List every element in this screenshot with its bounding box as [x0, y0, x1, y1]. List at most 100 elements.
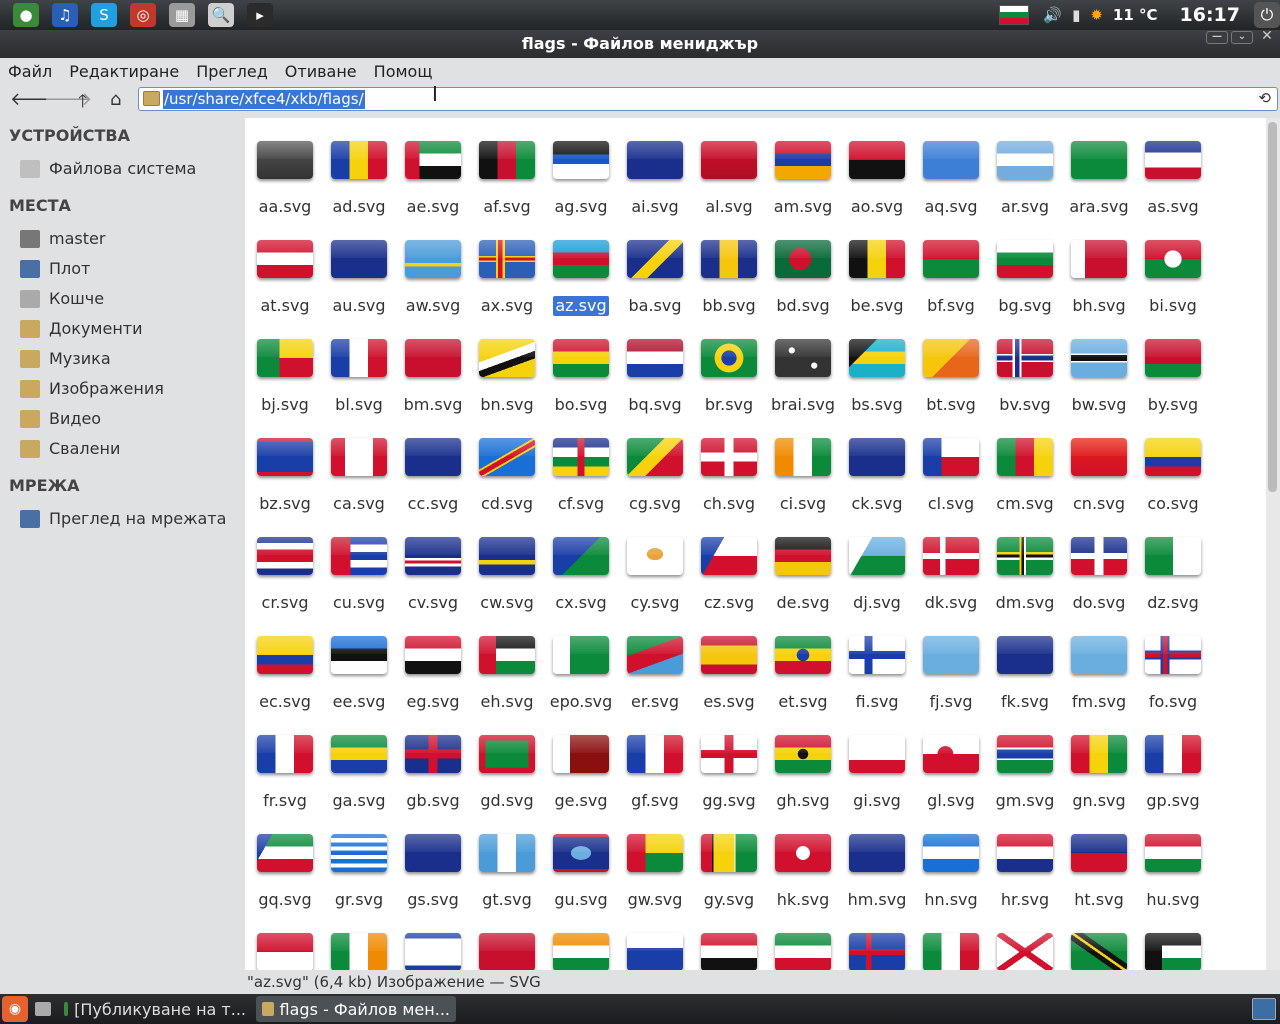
file-item[interactable]: ar.svg [988, 141, 1062, 217]
file-item[interactable]: az.svg [544, 240, 618, 316]
file-item[interactable]: cw.svg [470, 537, 544, 613]
file-item[interactable]: cx.svg [544, 537, 618, 613]
file-item[interactable]: eh.svg [470, 636, 544, 712]
file-item[interactable]: ck.svg [840, 438, 914, 514]
file-item[interactable]: hn.svg [914, 834, 988, 910]
volume-icon[interactable]: 🔊 [1043, 6, 1062, 24]
file-item[interactable]: bn.svg [470, 339, 544, 415]
file-item[interactable]: bh.svg [1062, 240, 1136, 316]
file-item[interactable]: fm.svg [1062, 636, 1136, 712]
file-item[interactable]: cr.svg [248, 537, 322, 613]
file-item[interactable]: bz.svg [248, 438, 322, 514]
file-item[interactable] [1136, 933, 1210, 970]
file-item[interactable]: epo.svg [544, 636, 618, 712]
minimize-button[interactable]: — [1206, 31, 1228, 44]
file-item[interactable]: ca.svg [322, 438, 396, 514]
file-item[interactable] [1062, 933, 1136, 970]
file-item[interactable]: by.svg [1136, 339, 1210, 415]
file-item[interactable]: et.svg [766, 636, 840, 712]
file-item[interactable] [248, 933, 322, 970]
file-item[interactable]: gb.svg [396, 735, 470, 811]
sidebar-item[interactable]: Плот [20, 259, 90, 278]
file-item[interactable]: fj.svg [914, 636, 988, 712]
file-item[interactable]: ga.svg [322, 735, 396, 811]
file-item[interactable]: gd.svg [470, 735, 544, 811]
file-item[interactable]: dz.svg [1136, 537, 1210, 613]
file-item[interactable]: be.svg [840, 240, 914, 316]
file-item[interactable]: do.svg [1062, 537, 1136, 613]
window-titlebar[interactable]: flags - Файлов мениджър — ⌄ ✕ [0, 29, 1280, 58]
file-item[interactable]: dm.svg [988, 537, 1062, 613]
scrollbar-thumb[interactable] [1268, 122, 1277, 492]
file-item[interactable]: gw.svg [618, 834, 692, 910]
terminal-icon[interactable]: ▸ [247, 3, 273, 27]
file-item[interactable]: gh.svg [766, 735, 840, 811]
taskbar-item[interactable]: [Публикуване на т... [58, 996, 252, 1022]
file-item[interactable]: gi.svg [840, 735, 914, 811]
file-item[interactable]: bt.svg [914, 339, 988, 415]
file-item[interactable]: ge.svg [544, 735, 618, 811]
file-item[interactable]: cd.svg [470, 438, 544, 514]
file-item[interactable]: cy.svg [618, 537, 692, 613]
file-item[interactable]: bq.svg [618, 339, 692, 415]
menu-item[interactable]: Файл [8, 62, 52, 81]
skype-icon[interactable]: S [91, 3, 117, 27]
file-item[interactable]: bv.svg [988, 339, 1062, 415]
music-player-icon[interactable]: ♫ [52, 3, 78, 27]
sidebar-item[interactable]: Свалени [20, 439, 120, 458]
file-item[interactable]: ch.svg [692, 438, 766, 514]
file-item[interactable] [544, 933, 618, 970]
file-item[interactable]: au.svg [322, 240, 396, 316]
sidebar-item[interactable]: Кошче [20, 289, 104, 308]
file-item[interactable]: gf.svg [618, 735, 692, 811]
file-item[interactable]: gy.svg [692, 834, 766, 910]
up-icon[interactable]: 🡑 [78, 89, 87, 119]
file-item[interactable]: ht.svg [1062, 834, 1136, 910]
taskbar-item[interactable]: flags - Файлов мен... [256, 996, 456, 1022]
file-item[interactable]: ec.svg [248, 636, 322, 712]
file-item[interactable]: aw.svg [396, 240, 470, 316]
file-item[interactable]: am.svg [766, 141, 840, 217]
file-item[interactable]: cn.svg [1062, 438, 1136, 514]
file-item[interactable]: fr.svg [248, 735, 322, 811]
file-item[interactable]: gr.svg [322, 834, 396, 910]
file-item[interactable]: hk.svg [766, 834, 840, 910]
sidebar-item[interactable]: Преглед на мрежата [20, 509, 226, 528]
ubuntu-menu-icon[interactable]: ◉ [2, 996, 28, 1022]
sidebar-item[interactable]: master [20, 229, 105, 248]
power-icon[interactable]: ⏻ [1254, 2, 1280, 28]
refresh-icon[interactable]: ⟲ [1258, 89, 1271, 107]
file-item[interactable]: af.svg [470, 141, 544, 217]
file-item[interactable]: cf.svg [544, 438, 618, 514]
file-item[interactable] [766, 933, 840, 970]
file-item[interactable]: brai.svg [766, 339, 840, 415]
menu-item[interactable]: Отиване [285, 62, 357, 81]
file-item[interactable]: bs.svg [840, 339, 914, 415]
menu-item[interactable]: Преглед [196, 62, 268, 81]
file-item[interactable]: er.svg [618, 636, 692, 712]
file-item[interactable]: eg.svg [396, 636, 470, 712]
close-button[interactable]: ✕ [1256, 29, 1278, 44]
file-item[interactable]: cm.svg [988, 438, 1062, 514]
file-item[interactable]: dk.svg [914, 537, 988, 613]
file-browser-launcher-icon[interactable] [32, 996, 54, 1022]
file-item[interactable]: cc.svg [396, 438, 470, 514]
network-signal-icon[interactable]: ▮ [1072, 6, 1080, 24]
file-item[interactable]: es.svg [692, 636, 766, 712]
file-item[interactable]: bg.svg [988, 240, 1062, 316]
weather-sun-icon[interactable]: ✹ [1090, 6, 1103, 24]
file-item[interactable] [618, 933, 692, 970]
file-item[interactable]: dj.svg [840, 537, 914, 613]
file-item[interactable]: br.svg [692, 339, 766, 415]
file-item[interactable]: gl.svg [914, 735, 988, 811]
file-item[interactable]: bj.svg [248, 339, 322, 415]
file-item[interactable] [692, 933, 766, 970]
sidebar-item[interactable]: Документи [20, 319, 143, 338]
file-item[interactable]: ai.svg [618, 141, 692, 217]
file-item[interactable]: cz.svg [692, 537, 766, 613]
menu-item[interactable]: Редактиране [69, 62, 179, 81]
file-item[interactable]: hu.svg [1136, 834, 1210, 910]
location-bar[interactable]: /usr/share/xfce4/xkb/flags/ ⟲ [138, 87, 1278, 111]
file-item[interactable]: gn.svg [1062, 735, 1136, 811]
file-item[interactable]: ao.svg [840, 141, 914, 217]
